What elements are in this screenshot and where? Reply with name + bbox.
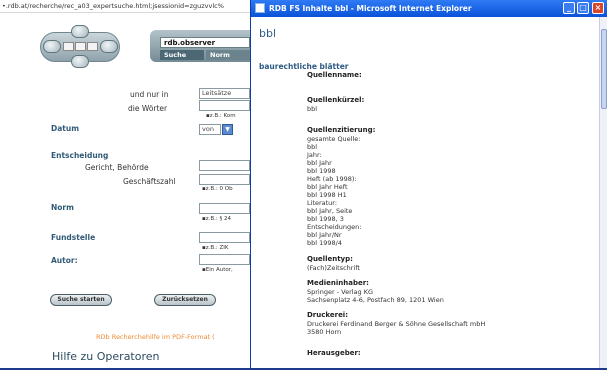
vertical-scrollbar[interactable] [599, 17, 607, 368]
autor-label: Autor: [51, 256, 78, 265]
die-woerter-label: die Wörter [128, 104, 168, 113]
norm-hint: z.B.: § 24 [202, 216, 231, 222]
operators-heading: Hilfe zu Operatoren [52, 350, 160, 363]
chevron-down-icon[interactable]: ▼ [222, 124, 233, 135]
datum-label: Datum [51, 124, 80, 133]
close-button[interactable]: × [592, 2, 604, 14]
app-name: rdb.observer [160, 37, 250, 48]
popup-content: bbl baurechtliche blätter Quellenname: Q… [251, 17, 599, 368]
geschaeftszahl-label: Geschäftszahl [123, 177, 176, 186]
quellenname-label: Quellenname: [307, 71, 362, 79]
quellenzitierung-label: Quellenzitierung: [307, 126, 376, 134]
datum-von-value: von [202, 125, 214, 133]
nav-square-center[interactable] [75, 42, 86, 51]
druckerei-value: Druckerei Ferdinand Berger & Söhne Gesel… [307, 320, 486, 336]
zuruecksetzen-button[interactable]: Zurücksetzen [154, 294, 216, 306]
fundstelle-hint: z.B.: ZIK [202, 245, 229, 251]
geschaeftszahl-hint: z.B.: 0 Ob [202, 186, 233, 192]
observer-header: rdb.observer Suche Norm [150, 30, 250, 62]
medieninhaber-label: Medieninhaber: [307, 279, 369, 287]
window-title: RDB FS Inhalte bbl - Microsoft Internet … [269, 4, 472, 13]
fundstelle-input[interactable] [199, 232, 250, 243]
datum-von-select[interactable]: von [199, 124, 221, 135]
norm-input[interactable] [199, 203, 250, 214]
autor-hint: Ein Autor, [202, 267, 233, 273]
autor-input[interactable] [199, 254, 250, 265]
minimize-button[interactable]: _ [563, 2, 575, 14]
popup-window: RDB FS Inhalte bbl - Microsoft Internet … [250, 0, 607, 368]
source-abbreviation-title: bbl [259, 27, 277, 40]
die-woerter-input[interactable] [199, 100, 250, 111]
scroll-thumb[interactable] [601, 29, 607, 109]
address-bar[interactable]: •.rdb.at/recherche/rec_a03_expertsuche.h… [0, 0, 250, 13]
navigation-control [40, 24, 120, 68]
geschaeftszahl-input[interactable] [199, 174, 250, 185]
tab-suche[interactable]: Suche [160, 50, 204, 60]
tab-norm[interactable]: Norm [206, 50, 250, 60]
druckerei-label: Druckerei: [307, 311, 349, 319]
title-bar[interactable]: RDB FS Inhalte bbl - Microsoft Internet … [251, 0, 607, 17]
nav-square-left[interactable] [63, 42, 74, 51]
maximize-button[interactable]: □ [577, 2, 589, 14]
nav-up-button[interactable] [71, 25, 89, 38]
background-browser-window: •.rdb.at/recherche/rec_a03_expertsuche.h… [0, 0, 250, 368]
quellenkuerzel-value: bbl [307, 105, 318, 113]
pdf-help-link[interactable]: RDb Recherchehilfe im PDF-Format ( [96, 333, 215, 341]
herausgeber-label: Herausgeber: [307, 349, 361, 357]
gericht-input[interactable] [199, 160, 250, 171]
entscheidung-heading: Entscheidung [51, 151, 109, 160]
gericht-label: Gericht, Behörde [85, 163, 149, 172]
quellentyp-label: Quellentyp: [307, 255, 353, 263]
quellenkuerzel-label: Quellenkürzel: [307, 96, 365, 104]
quellentyp-value: (Fach)Zeitschrift [307, 264, 360, 272]
quellenzitierung-value: gesamte Quelle: bbl Jahr: bbl Jahr bbl 1… [307, 135, 362, 247]
nav-square-right[interactable] [87, 42, 98, 51]
nav-down-button[interactable] [71, 55, 89, 68]
medieninhaber-value: Springer - Verlag KG Sachsenplatz 4-6, P… [307, 288, 444, 304]
und-nur-in-label: und nur in [130, 90, 169, 99]
nav-right-button[interactable] [100, 40, 118, 53]
norm-label: Norm [51, 203, 74, 212]
fundstelle-label: Fundstelle [51, 233, 96, 242]
source-heading: baurechtliche blätter [259, 62, 349, 71]
ie-page-icon [255, 3, 265, 13]
suche-starten-button[interactable]: Suche starten [50, 294, 112, 306]
die-woerter-hint: z.B.: Kom [206, 113, 236, 119]
nav-left-button[interactable] [43, 40, 61, 53]
leitsaetze-select[interactable]: Leitsätze [199, 88, 250, 99]
